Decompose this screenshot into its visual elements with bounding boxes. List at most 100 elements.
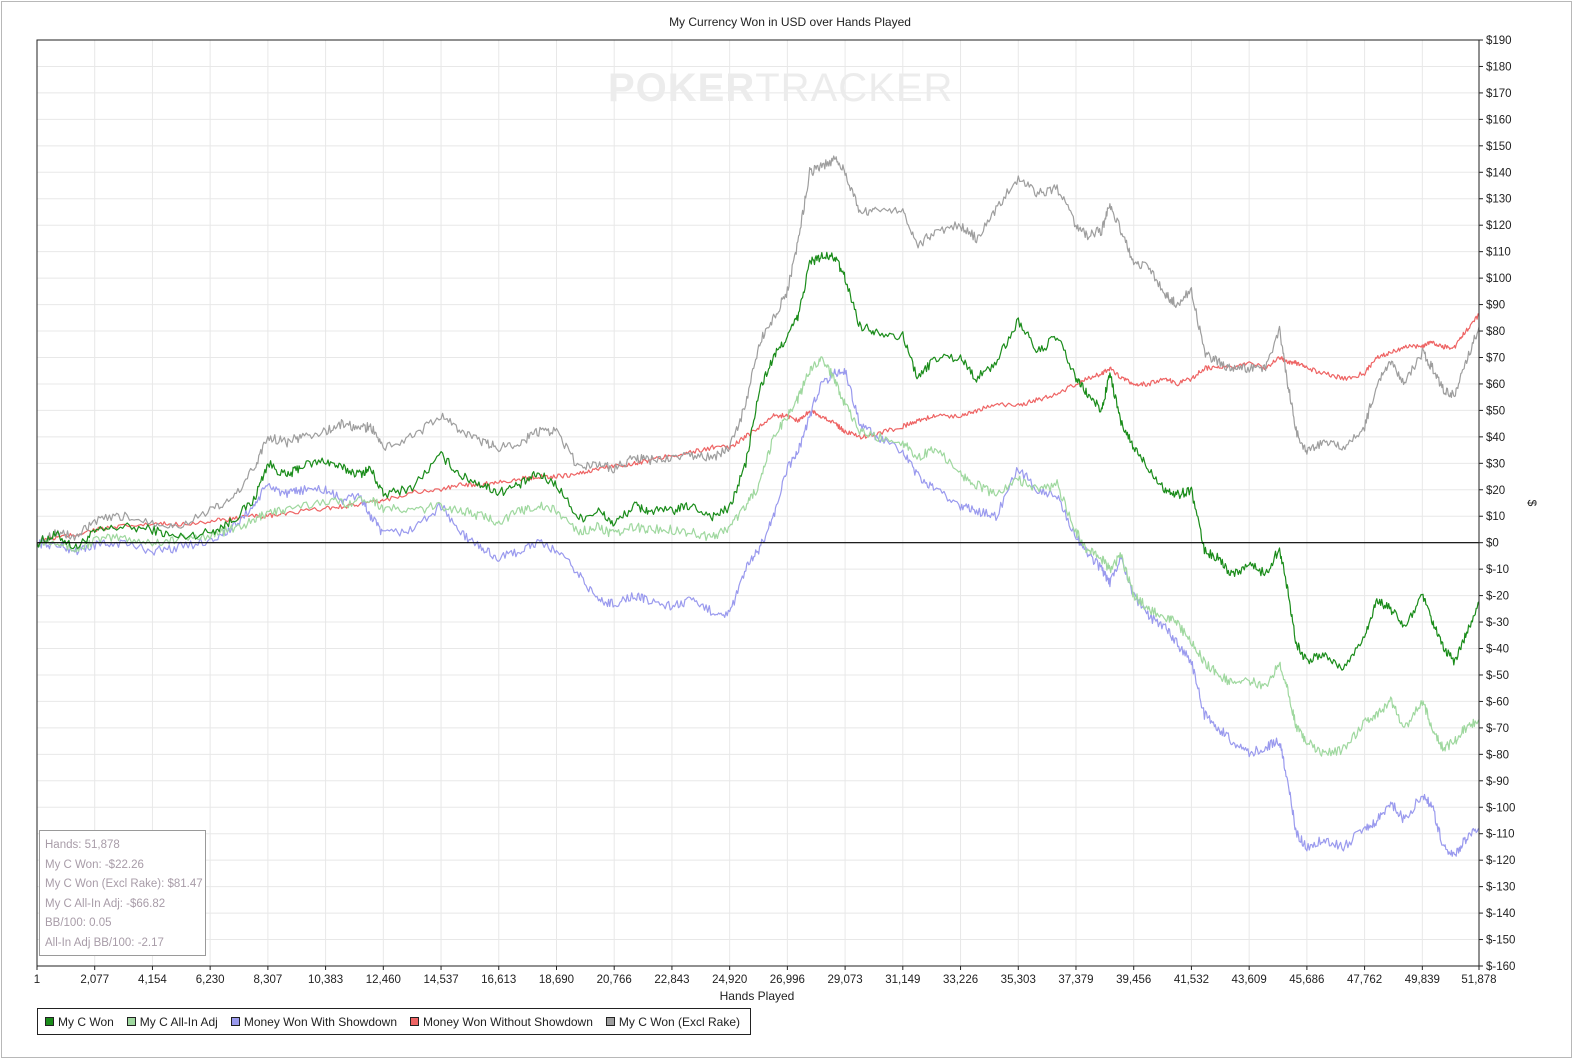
x-tick-label: 39,456 [1116, 974, 1151, 986]
series-layer [36, 155, 1480, 857]
plot-area [36, 39, 1480, 967]
x-tick-label: 31,149 [885, 974, 920, 986]
y-tick-label: $150 [1486, 141, 1512, 153]
y-tick-label: $-10 [1486, 564, 1509, 576]
legend-swatch [605, 1017, 615, 1026]
x-tick-label: 2,077 [80, 974, 109, 986]
y-tick-label: $120 [1486, 220, 1512, 232]
chart-legend: My C Won My C All-In Adj Money Won With … [37, 1008, 752, 1035]
x-tick-label: 10,383 [308, 974, 343, 986]
gridlines [36, 39, 1480, 967]
y-tick-label: $60 [1486, 379, 1505, 391]
x-axis-label: Hands Played [720, 989, 795, 1003]
y-tick-label: $-100 [1486, 802, 1515, 814]
stat-excl-rake: My C Won (Excl Rake): $81.47 [45, 878, 203, 891]
legend-label: My C Won [58, 1014, 114, 1029]
y-tick-label: $-140 [1486, 908, 1515, 920]
y-tick-label: $-60 [1486, 696, 1509, 708]
y-tick-label: $170 [1486, 88, 1512, 100]
x-tick-label: 33,226 [943, 974, 978, 986]
x-tick-label: 6,230 [196, 974, 225, 986]
legend-swatch [45, 1017, 54, 1026]
y-tick-label: $-70 [1486, 723, 1509, 735]
legend-label: Money Won Without Showdown [423, 1014, 593, 1029]
y-tick-label: $10 [1486, 511, 1505, 523]
x-tick-label: 22,843 [654, 974, 689, 986]
x-axis: 1 2,077 4,154 6,230 8,307 10,383 12,460 14,537 1… [34, 966, 1497, 986]
y-tick-label: $-90 [1486, 776, 1509, 788]
pokertracker-watermark-logo: POKERTRACKER [608, 66, 953, 111]
legend-item[interactable]: Money Won With Showdown [230, 1014, 398, 1029]
y-tick-label: $30 [1486, 458, 1505, 470]
y-tick-label: $20 [1486, 485, 1505, 497]
y-tick-label: $80 [1486, 326, 1505, 338]
y-tick-label: $-30 [1486, 617, 1509, 629]
y-tick-label: $160 [1486, 114, 1512, 126]
y-tick-label: $140 [1486, 167, 1512, 179]
y-tick-label: $70 [1486, 352, 1505, 364]
y-tick-label: $-50 [1486, 670, 1509, 682]
watermark-bold-text: POKER [608, 66, 756, 110]
x-tick-label: 20,766 [597, 974, 632, 986]
y-tick-label: $100 [1486, 273, 1512, 285]
y-tick-label: $40 [1486, 432, 1505, 444]
x-tick-label: 43,609 [1232, 974, 1267, 986]
stat-bb-100: BB/100: 0.05 [45, 917, 112, 930]
y-tick-label: $130 [1486, 194, 1512, 206]
x-tick-label: 45,686 [1289, 974, 1324, 986]
y-tick-label: $110 [1486, 247, 1511, 259]
stat-my-c-won: My C Won: -$22.26 [45, 858, 144, 871]
legend-item[interactable]: Money Won Without Showdown [410, 1015, 593, 1029]
stat-hands: Hands: 51,878 [45, 839, 120, 851]
x-tick-label: 47,762 [1347, 974, 1382, 986]
chart-title: My Currency Won in USD over Hands Played [669, 15, 911, 29]
x-tick-label: 29,073 [828, 974, 863, 986]
stat-all-in-adj: My C All-In Adj: -$66.82 [45, 897, 166, 910]
y-tick-label: $90 [1486, 300, 1505, 312]
stat-all-in-adj-bb-100: All-In Adj BB/100: -2.17 [45, 936, 164, 949]
watermark-light-text: TRACKER [755, 66, 954, 110]
y-tick-label: $180 [1486, 61, 1512, 73]
x-tick-label: 1 [34, 974, 40, 986]
x-tick-label: 26,996 [770, 974, 805, 986]
x-tick-label: 12,460 [366, 974, 401, 986]
y-tick-label: $50 [1486, 405, 1505, 417]
x-tick-label: 8,307 [253, 974, 282, 986]
legend-label: Money Won With Showdown [243, 1014, 398, 1029]
y-axis: $190 $180 $170 $160 $150 $140 $130 $120 $110 $100… [1479, 35, 1515, 973]
x-tick-label: 24,920 [712, 974, 747, 986]
x-tick-label: 4,154 [138, 974, 167, 986]
y-tick-label: $-150 [1486, 935, 1515, 947]
legend-swatch [230, 1017, 240, 1026]
x-tick-label: 41,532 [1174, 974, 1209, 986]
legend-item[interactable]: My C Won [45, 1015, 114, 1029]
series-line-money-won-with-showdown [36, 368, 1480, 857]
x-tick-label: 16,613 [481, 974, 516, 986]
y-tick-label: $-130 [1486, 882, 1515, 894]
stats-box: Hands: 51,878 My C Won: -$22.26 My C Won… [39, 830, 206, 956]
legend-swatch [126, 1017, 136, 1026]
x-tick-label: 51,878 [1461, 974, 1496, 986]
y-tick-label: $-160 [1486, 961, 1515, 973]
y-tick-label: $-20 [1486, 591, 1509, 603]
legend-label: My C Won (Excl Rake) [618, 1014, 741, 1029]
x-tick-label: 49,839 [1405, 974, 1440, 986]
y-axis-label: $ [1525, 500, 1539, 507]
legend-item[interactable]: My C Won (Excl Rake) [605, 1014, 741, 1029]
legend-swatch [410, 1017, 420, 1026]
y-tick-label: $0 [1486, 538, 1499, 550]
y-tick-label: $190 [1486, 35, 1512, 47]
x-tick-label: 14,537 [423, 974, 458, 986]
x-tick-label: 18,690 [539, 974, 574, 986]
legend-item[interactable]: My C All-In Adj [126, 1014, 218, 1029]
series-line-my-c-won [36, 251, 1480, 671]
y-tick-label: $-120 [1486, 855, 1515, 867]
line-chart: My Currency Won in USD over Hands Played… [34, 15, 1539, 1003]
legend-label: My C All-In Adj [139, 1014, 218, 1029]
x-tick-label: 37,379 [1058, 974, 1093, 986]
y-tick-label: $-110 [1486, 829, 1515, 841]
y-tick-label: $-80 [1486, 749, 1509, 761]
x-tick-label: 35,303 [1001, 974, 1036, 986]
y-tick-label: $-40 [1486, 644, 1509, 656]
series-line-my-c-all-in-adj [36, 356, 1480, 757]
